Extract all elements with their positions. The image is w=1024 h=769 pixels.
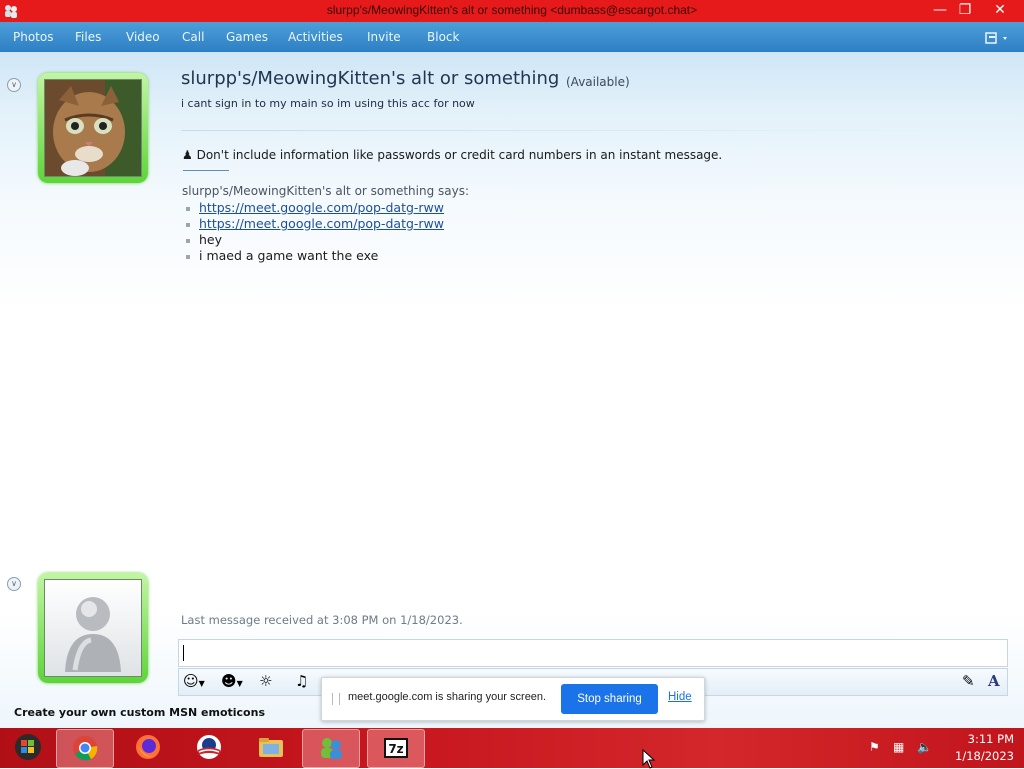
emoticon-picker-button[interactable]: ☺▼ <box>183 672 205 693</box>
action-center-flag-icon[interactable]: ⚑ <box>869 740 880 754</box>
menu-call[interactable]: Call <box>182 30 204 44</box>
warning-divider <box>183 170 229 171</box>
taskbar-obama-app[interactable] <box>181 729 237 766</box>
text-caret <box>183 645 184 661</box>
security-warning-text: Don't include information like passwords… <box>196 148 723 162</box>
maximize-button[interactable]: ❐ <box>953 0 977 20</box>
clock-date: 1/18/2023 <box>955 749 1014 763</box>
last-message-timestamp: Last message received at 3:08 PM on 1/18… <box>181 613 463 627</box>
msn-emoticons-promo[interactable]: Create your own custom MSN emoticons <box>14 706 265 719</box>
wink-picker-button[interactable]: ☻▼ <box>221 672 243 693</box>
collapse-contact-picture-button[interactable]: ∨ <box>7 78 21 92</box>
stop-sharing-button[interactable]: Stop sharing <box>561 684 658 714</box>
bullet-icon <box>186 254 190 259</box>
handwriting-icon[interactable]: ✎ <box>962 672 975 690</box>
windows-start-orb-icon <box>15 734 41 760</box>
network-icon[interactable]: ▦ <box>893 740 904 754</box>
menu-invite[interactable]: Invite <box>367 30 401 44</box>
messenger-buddies-icon <box>321 738 342 759</box>
start-button[interactable] <box>0 729 56 766</box>
default-user-avatar-icon <box>65 597 121 672</box>
7zip-icon: 7z <box>384 738 408 758</box>
system-clock[interactable]: 3:11 PM 1/18/2023 <box>944 731 1014 765</box>
screen-share-notification: meet.google.com is sharing your screen. … <box>321 677 705 721</box>
taskbar-messenger[interactable] <box>302 729 360 768</box>
contact-personal-message: i cant sign in to my main so im using th… <box>181 97 475 110</box>
clock-time: 3:11 PM <box>967 732 1014 746</box>
menu-files[interactable]: Files <box>75 30 101 44</box>
chrome-icon <box>73 736 98 761</box>
kitten-avatar-image <box>45 80 141 176</box>
bullet-icon <box>186 222 190 227</box>
message-link[interactable]: https://meet.google.com/pop-datg-rww <box>199 200 444 215</box>
message-text: i maed a game want the exe <box>199 248 379 263</box>
taskbar-7zip[interactable]: 7z <box>367 729 425 768</box>
menu-games[interactable]: Games <box>226 30 268 44</box>
taskbar-file-explorer[interactable] <box>243 729 299 766</box>
mouse-cursor-icon <box>642 749 656 769</box>
header-divider <box>181 130 971 131</box>
menu-block[interactable]: Block <box>427 30 459 44</box>
message-item: i maed a game want the exe <box>186 248 378 263</box>
firefox-icon <box>136 735 160 759</box>
message-item: hey <box>186 232 222 247</box>
message-input[interactable] <box>178 639 1008 667</box>
screen-share-text: meet.google.com is sharing your screen. <box>348 691 547 703</box>
menu-bar: Photos Files Video Call Games Activities… <box>0 22 1024 52</box>
taskbar-chrome[interactable] <box>56 729 114 768</box>
contact-picture-frame[interactable] <box>38 73 148 183</box>
options-menu-button[interactable] <box>984 30 1012 46</box>
contact-name: slurpp's/MeowingKitten's alt or somethin… <box>181 68 560 89</box>
obama-logo-icon <box>197 735 221 759</box>
bullet-icon <box>186 238 190 243</box>
own-picture-frame[interactable] <box>38 573 148 683</box>
menu-video[interactable]: Video <box>126 30 160 44</box>
message-item: https://meet.google.com/pop-datg-rww <box>186 216 444 231</box>
folder-icon <box>259 738 283 757</box>
taskbar: 7z ⚑ ▦ 🔈 <box>0 728 1024 768</box>
contact-status: (Available) <box>566 75 630 89</box>
message-text: hey <box>199 232 223 247</box>
svg-text:7z: 7z <box>388 742 403 756</box>
options-icon <box>985 32 1007 44</box>
hide-share-bar-link[interactable]: Hide <box>668 691 692 703</box>
taskbar-firefox[interactable] <box>120 729 176 766</box>
window-title: slurpp's/MeowingKitten's alt or somethin… <box>326 3 698 17</box>
message-item: https://meet.google.com/pop-datg-rww <box>186 200 444 215</box>
bullet-icon <box>186 206 190 211</box>
nudge-button[interactable]: ☼ <box>259 672 272 690</box>
menu-photos[interactable]: Photos <box>13 30 53 44</box>
security-shield-icon: ♟ <box>182 148 193 162</box>
font-button[interactable]: A <box>988 672 1000 690</box>
security-warning: ♟ Don't include information like passwor… <box>182 148 722 162</box>
drag-handle-icon[interactable] <box>332 693 340 705</box>
title-bar: slurpp's/MeowingKitten's alt or somethin… <box>0 0 1024 22</box>
close-button[interactable]: ✕ <box>980 0 1020 20</box>
message-link[interactable]: https://meet.google.com/pop-datg-rww <box>199 216 444 231</box>
minimize-button[interactable]: — <box>928 0 952 20</box>
voice-clip-button[interactable]: ♫ <box>295 672 308 690</box>
collapse-own-picture-button[interactable]: ∨ <box>7 577 21 591</box>
sender-says-label: slurpp's/MeowingKitten's alt or somethin… <box>182 184 470 198</box>
menu-activities[interactable]: Activities <box>288 30 343 44</box>
volume-icon[interactable]: 🔈 <box>917 740 932 754</box>
